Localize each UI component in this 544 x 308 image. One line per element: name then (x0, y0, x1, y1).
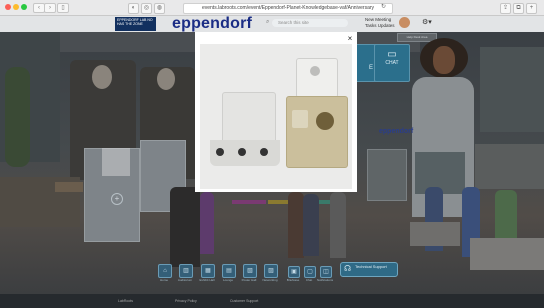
footer-link-labroots[interactable]: LabRoots (118, 294, 133, 308)
briefcase-icon[interactable]: ▣ (288, 266, 300, 278)
event-badge[interactable]: EPPENDORF LAB NO HAS THE ZONE (115, 17, 156, 31)
centrifuge-product-photo (200, 44, 352, 189)
search-input[interactable]: Search this site (272, 19, 348, 27)
search-icon: ⌕ (266, 19, 270, 25)
utility-nav: ▣ ▢ ◫ Briefcase Chat Notifications (283, 264, 343, 286)
chat-icon[interactable]: ▢ (304, 266, 316, 278)
tabs-icon[interactable]: ⧉ (513, 3, 524, 14)
nav-label-exhibit-hall: Exhibit Hall (199, 278, 215, 282)
person-head (157, 68, 175, 90)
centrifuge-knob (216, 148, 224, 156)
lounge-icon[interactable]: ▤ (222, 264, 236, 278)
chat-bubble-icon: ▭ (387, 49, 397, 60)
info-icon[interactable]: ◎ (141, 3, 152, 14)
nav-label-networking: Networking (262, 278, 278, 282)
add-tab-icon[interactable]: + (526, 3, 537, 14)
forward-icon[interactable]: › (44, 3, 56, 13)
page-footer: LabRoots Privacy Policy Customer Support (0, 294, 544, 308)
nav-label-auditorium: Auditorium (177, 278, 193, 282)
centrifuge-right-lid (296, 58, 338, 98)
attendee-figure (288, 192, 304, 258)
bottom-nav: ⌂ ▥ ▦ ▤ ▧ ▨ Home Auditorium Exhibit Hall… (153, 264, 288, 286)
person-head (92, 65, 112, 89)
eppendorf-logo[interactable]: eppendorf (172, 15, 252, 33)
shield-icon[interactable]: ◐ (128, 3, 139, 14)
attendee-figure (170, 187, 200, 267)
plus-icon[interactable]: + (111, 193, 123, 205)
headset-icon: ☊ (344, 264, 352, 273)
footer-link-support[interactable]: Customer Support (230, 294, 258, 308)
address-bar[interactable]: events.labroots.com/event/Eppendorf-Plan… (183, 3, 393, 14)
plant-decoration (5, 67, 30, 167)
footer-link-privacy[interactable]: Privacy Policy (175, 294, 197, 308)
networking-icon[interactable]: ▨ (264, 264, 278, 278)
notifications-area[interactable]: New Meeting Tasks Updates (365, 17, 395, 29)
browser-toolbar: ‹ › ▯ ◐ ◎ ◍ events.labroots.com/event/Ep… (0, 0, 544, 16)
minimize-window-button[interactable] (13, 4, 19, 10)
chat-tile[interactable]: ▭ CHAT (374, 44, 410, 82)
exhibit-counter-top (55, 182, 83, 192)
presenter-face (433, 46, 455, 74)
attendee-figure (200, 192, 214, 254)
home-icon[interactable]: ⌂ (158, 264, 172, 278)
wall-stripe (232, 200, 266, 204)
lid-hub (310, 66, 320, 76)
device-display (102, 148, 130, 176)
side-display-wall (480, 47, 544, 132)
avatar[interactable] (399, 17, 410, 28)
gear-icon[interactable]: ⚙▾ (422, 18, 432, 26)
centrifuge-knob (238, 148, 246, 156)
sidebar-icon[interactable]: ▯ (57, 3, 69, 13)
poster-panel[interactable] (367, 149, 407, 201)
lounge-sofa (410, 222, 460, 246)
nav-label-poster-hall: Poster Hall (241, 278, 257, 282)
close-icon[interactable]: × (346, 35, 354, 43)
reload-icon[interactable]: ↻ (381, 3, 386, 10)
nav-label-home: Home (159, 278, 168, 282)
technical-support-label: Technical Support (355, 264, 387, 269)
notifications-icon[interactable]: ◫ (320, 266, 332, 278)
share-icon[interactable]: ⇪ (500, 3, 511, 14)
nav-label-notifications: Notifications (316, 278, 334, 282)
centrifuge-right-body (286, 96, 348, 168)
poster-hall-icon[interactable]: ▧ (243, 264, 257, 278)
attendee-figure (330, 192, 346, 258)
control-panel (292, 110, 308, 128)
attendee-figure (303, 194, 319, 256)
nav-label-lounge: Lounge (222, 278, 233, 282)
zoom-window-button[interactable] (21, 4, 27, 10)
technical-support-button[interactable]: ☊ Technical Support (340, 262, 398, 277)
privacy-icon[interactable]: ◍ (154, 3, 165, 14)
tile-label: CHAT (385, 60, 399, 66)
centrifuge-knob (260, 148, 268, 156)
centrifuge-dial (316, 112, 334, 130)
exhibit-hall-icon[interactable]: ▦ (201, 264, 215, 278)
lab-bench (475, 144, 544, 189)
centrifuge-left-body (222, 92, 276, 146)
auditorium-icon[interactable]: ▥ (179, 264, 193, 278)
close-window-button[interactable] (5, 4, 11, 10)
eppendorf-sign: eppendorf (379, 128, 414, 135)
tasks-text: Tasks Updates (365, 23, 395, 28)
lounge-bench (470, 238, 544, 270)
